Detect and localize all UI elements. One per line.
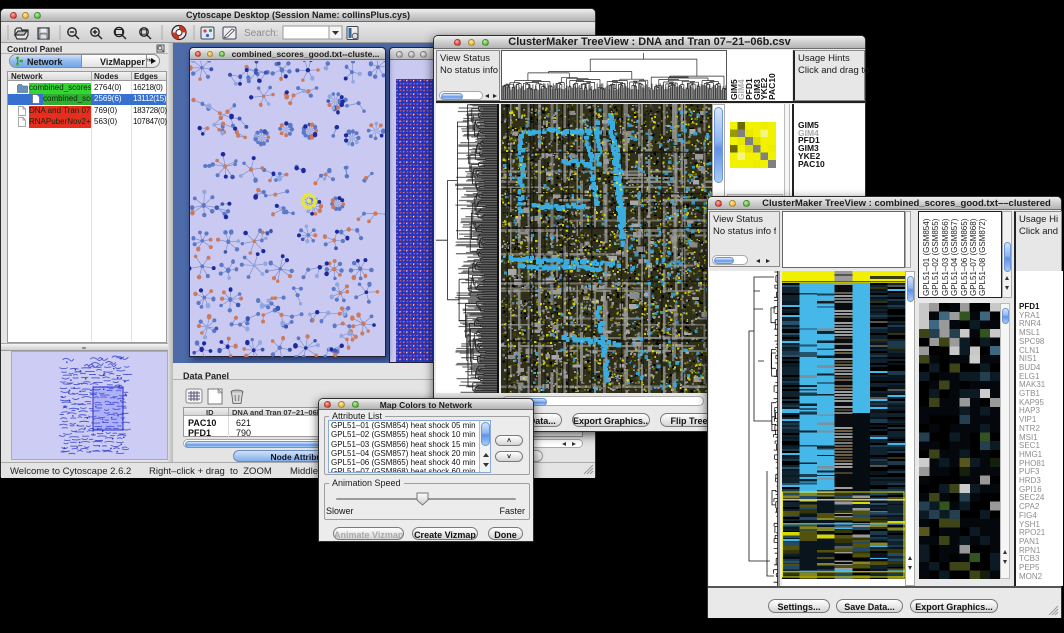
svg-text:Search:: Search:: [244, 28, 278, 39]
